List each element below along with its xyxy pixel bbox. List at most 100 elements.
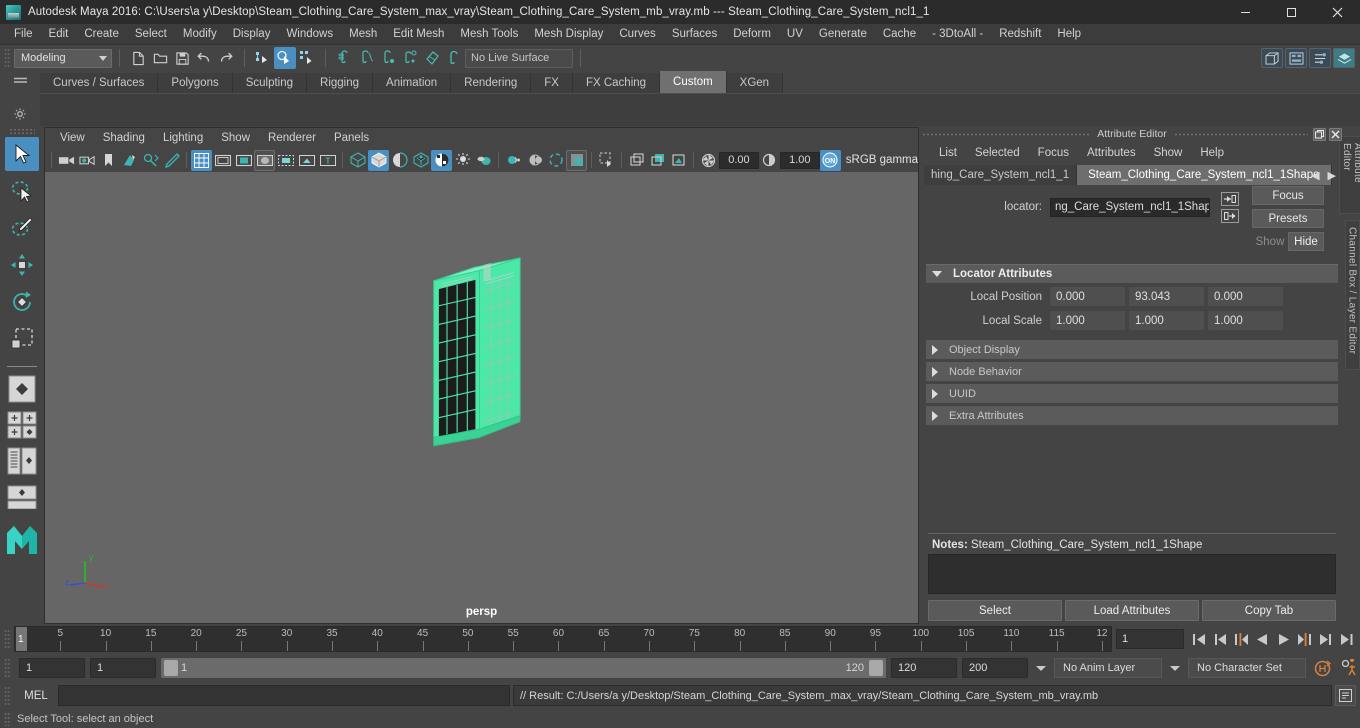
motion-blur-icon[interactable] bbox=[503, 150, 524, 171]
single-perspective-layout[interactable] bbox=[4, 373, 40, 405]
command-input[interactable] bbox=[58, 685, 510, 706]
step-forward-frame-icon[interactable] bbox=[1294, 628, 1314, 650]
animation-preferences-icon[interactable] bbox=[1338, 657, 1360, 679]
select-object-icon[interactable] bbox=[274, 47, 296, 69]
node-name-field[interactable]: ng_Care_System_ncl1_1Shape bbox=[1050, 197, 1210, 217]
ae-menu-show[interactable]: Show bbox=[1145, 142, 1192, 164]
animation-end-time-field[interactable]: 200 bbox=[962, 658, 1028, 678]
menu-select[interactable]: Select bbox=[127, 24, 175, 45]
script-editor-icon[interactable] bbox=[1335, 685, 1356, 706]
close-button[interactable] bbox=[1314, 0, 1360, 24]
step-forward-keyframe-icon[interactable] bbox=[1315, 628, 1335, 650]
menu-redshift[interactable]: Redshift bbox=[991, 24, 1049, 45]
image-plane-icon[interactable] bbox=[119, 150, 140, 171]
menuset-dropdown[interactable]: Modeling bbox=[14, 48, 112, 68]
smooth-shade-all-icon[interactable] bbox=[368, 149, 389, 171]
range-slider[interactable]: 1 120 bbox=[161, 658, 886, 678]
undo-icon[interactable] bbox=[193, 47, 215, 69]
anim-layer-chevron-icon[interactable] bbox=[1036, 665, 1046, 671]
multisample-icon[interactable] bbox=[524, 150, 545, 171]
shadows-icon[interactable] bbox=[452, 150, 473, 171]
commandline-grip[interactable] bbox=[4, 685, 11, 706]
local-position-z-field[interactable]: 0.000 bbox=[1208, 287, 1283, 306]
gamma-adjust-icon[interactable] bbox=[647, 150, 668, 171]
select-button[interactable]: Select bbox=[928, 600, 1062, 621]
local-scale-y-field[interactable]: 1.000 bbox=[1129, 311, 1204, 330]
shelf-tab-fx[interactable]: FX bbox=[531, 73, 573, 93]
shelf-tab-animation[interactable]: Animation bbox=[373, 73, 452, 93]
local-position-y-field[interactable]: 93.043 bbox=[1129, 287, 1204, 306]
menu-deform[interactable]: Deform bbox=[725, 24, 779, 45]
shelf-tab-sculpting[interactable]: Sculpting bbox=[232, 73, 308, 93]
menu-modify[interactable]: Modify bbox=[175, 24, 225, 45]
ae-menu-attributes[interactable]: Attributes bbox=[1078, 142, 1145, 164]
menu-display[interactable]: Display bbox=[225, 24, 279, 45]
title-safe-icon[interactable]: T bbox=[317, 150, 338, 171]
section-locator-attributes[interactable]: Locator Attributes bbox=[926, 264, 1338, 283]
shelf-tab-curves-surfaces[interactable]: Curves / Surfaces bbox=[40, 73, 159, 93]
section-extra-attributes[interactable]: Extra Attributes bbox=[926, 406, 1338, 425]
minimize-button[interactable] bbox=[1222, 0, 1268, 24]
ae-node-tab-transform[interactable]: hing_Care_System_ncl1_1 bbox=[924, 165, 1078, 185]
play-forwards-icon[interactable] bbox=[1273, 628, 1293, 650]
film-gate-icon[interactable] bbox=[212, 150, 233, 171]
section-node-behavior[interactable]: Node Behavior bbox=[926, 362, 1338, 381]
output-connection-icon[interactable] bbox=[1221, 208, 1239, 223]
toolbox-grip[interactable] bbox=[9, 128, 35, 135]
ae-menu-focus[interactable]: Focus bbox=[1029, 142, 1078, 164]
notes-textarea[interactable] bbox=[928, 554, 1336, 594]
viewport-menu-renderer[interactable]: Renderer bbox=[259, 128, 325, 148]
range-right-handle[interactable] bbox=[869, 660, 883, 676]
menu-create[interactable]: Create bbox=[76, 24, 127, 45]
menu-surfaces[interactable]: Surfaces bbox=[664, 24, 725, 45]
menu-cache[interactable]: Cache bbox=[875, 24, 924, 45]
exposure-icon[interactable] bbox=[626, 150, 647, 171]
shelf-tab-rendering[interactable]: Rendering bbox=[451, 73, 532, 93]
local-position-x-field[interactable]: 0.000 bbox=[1050, 287, 1125, 306]
shelf-tab-xgen[interactable]: XGen bbox=[726, 73, 784, 93]
anim-layer-dropdown[interactable]: No Anim Layer bbox=[1054, 658, 1162, 678]
section-uuid[interactable]: UUID bbox=[926, 384, 1338, 403]
menu-3dtoall[interactable]: - 3DtoAll - bbox=[924, 24, 991, 45]
redo-icon[interactable] bbox=[215, 47, 237, 69]
rotate-tool[interactable] bbox=[5, 285, 39, 319]
menu-generate[interactable]: Generate bbox=[811, 24, 875, 45]
gamma-value-field[interactable]: 1.00 bbox=[779, 151, 820, 169]
gate-mask-icon[interactable] bbox=[254, 149, 275, 171]
show-button[interactable]: Show bbox=[1252, 232, 1288, 251]
show-hide-editors-icon[interactable] bbox=[1261, 48, 1283, 68]
menu-mesh-tools[interactable]: Mesh Tools bbox=[452, 24, 526, 45]
live-surface-field[interactable]: No Live Surface bbox=[465, 48, 573, 68]
current-frame-field[interactable]: 1 bbox=[1116, 629, 1184, 649]
load-attributes-button[interactable]: Load Attributes bbox=[1065, 600, 1199, 621]
xray-icon[interactable] bbox=[566, 149, 587, 171]
hide-button[interactable]: Hide bbox=[1288, 232, 1324, 251]
local-scale-x-field[interactable]: 1.000 bbox=[1050, 311, 1125, 330]
new-scene-icon[interactable] bbox=[127, 47, 149, 69]
two-d-pan-zoom-icon[interactable] bbox=[140, 150, 161, 171]
undock-icon[interactable] bbox=[1313, 127, 1326, 141]
select-camera-icon[interactable] bbox=[56, 150, 77, 171]
ae-node-tab-shape[interactable]: Steam_Clothing_Care_System_ncl1_1Shape bbox=[1077, 165, 1332, 185]
color-management-preview-icon[interactable] bbox=[668, 150, 689, 171]
timeslider-grip[interactable] bbox=[4, 629, 11, 649]
copy-tab-button[interactable]: Copy Tab bbox=[1202, 600, 1336, 621]
current-time-indicator[interactable]: 1 bbox=[16, 627, 27, 651]
viewport-menu-view[interactable]: View bbox=[51, 128, 94, 148]
menu-curves[interactable]: Curves bbox=[611, 24, 663, 45]
maximize-button[interactable] bbox=[1268, 0, 1314, 24]
xray-joints-icon[interactable] bbox=[596, 150, 617, 171]
play-backwards-icon[interactable] bbox=[1252, 628, 1272, 650]
ae-menu-help[interactable]: Help bbox=[1191, 142, 1233, 164]
helpline-grip[interactable] bbox=[4, 711, 11, 726]
menu-mesh[interactable]: Mesh bbox=[341, 24, 385, 45]
close-icon[interactable] bbox=[1329, 127, 1342, 141]
rangeslider-grip[interactable] bbox=[4, 658, 11, 678]
menu-uv[interactable]: UV bbox=[779, 24, 811, 45]
snap-to-view-plane-icon[interactable] bbox=[421, 47, 443, 69]
script-language-label[interactable]: MEL bbox=[17, 690, 55, 702]
animation-start-time-field[interactable]: 1 bbox=[19, 658, 85, 678]
move-tool[interactable] bbox=[5, 248, 39, 282]
isolate-select-icon[interactable] bbox=[545, 150, 566, 171]
character-set-dropdown[interactable]: No Character Set bbox=[1188, 658, 1306, 678]
